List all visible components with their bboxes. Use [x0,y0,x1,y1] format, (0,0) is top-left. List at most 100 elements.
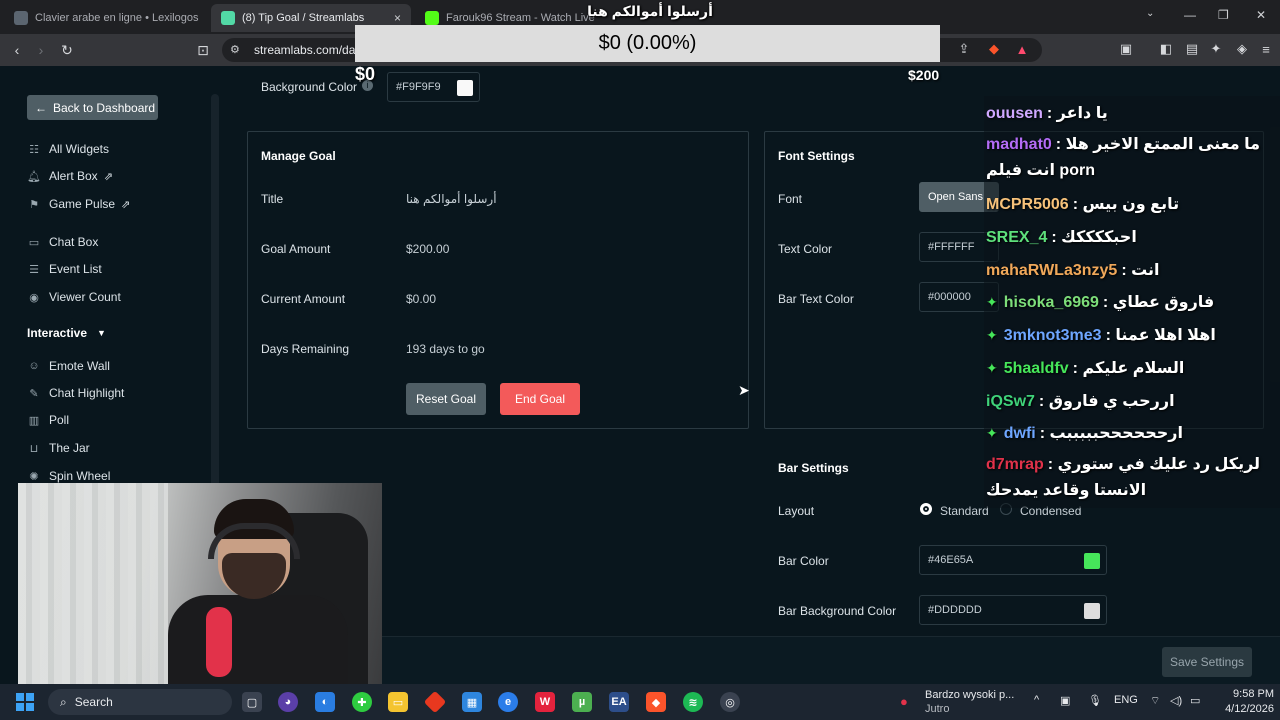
sidebar-section-interactive[interactable]: Interactive ▼ [27,326,106,340]
battery-icon[interactable]: ▭ [1190,694,1200,707]
volume-icon[interactable]: ◁) [1170,694,1182,707]
eye-icon: ◉ [29,291,39,304]
sidebar-item-emote-wall[interactable]: ☺ Emote Wall [27,356,110,376]
brave-browser-icon[interactable]: ◆ [646,692,666,712]
sidebar-item-the-jar[interactable]: ⊔ The Jar [27,438,90,458]
bar-color-swatch[interactable] [1084,553,1100,569]
bar-color-input[interactable]: #46E65A [919,545,1107,575]
leo-ai-icon[interactable]: ✦ [1208,41,1224,57]
language-indicator[interactable]: ENG [1114,694,1138,706]
wallet-icon[interactable]: ▤ [1184,41,1200,57]
taskbar-clock[interactable]: 9:58 PM 4/12/2026 [1212,687,1274,717]
sidebar-scrollbar[interactable] [211,94,219,514]
layout-standard-radio[interactable] [920,503,932,515]
sidebar-item-chat-highlight[interactable]: ✎ Chat Highlight [27,383,124,403]
sidebar-toggle-icon[interactable]: ◧ [1158,41,1174,57]
bookmark-icon[interactable]: ⊡ [194,41,212,59]
end-goal-button[interactable]: End Goal [500,383,580,415]
sidebar-item-label: Alert Box [49,169,98,183]
chat-username: 5haaldfv [1003,360,1069,377]
chat-message: ouusen: يا داعر [986,105,1108,122]
font-settings-heading: Font Settings [778,149,855,163]
webcam-curtain [18,483,168,687]
background-color-label: Background Color [261,80,358,94]
sidebar-item-event-list[interactable]: ☰ Event List [27,259,102,279]
layout-standard-label: Standard [940,504,989,518]
tab-close-icon[interactable]: × [394,11,401,25]
menu-icon[interactable]: ≡ [1258,41,1274,57]
sidebar-item-chat-box[interactable]: ▭ Chat Box [27,232,99,252]
chat-text: السلام عليكم [1082,360,1185,377]
bar-background-color-swatch[interactable] [1084,603,1100,619]
tray-app-icon[interactable]: ▣ [1060,694,1070,707]
store-icon[interactable]: ▦ [462,692,482,712]
bar-color-value: #46E65A [928,554,974,566]
windows-taskbar: ⌕ Search ▢ ◕ ◐ ✚ ▭ ▦ e W µ EA ◆ ≋ ◎ ● Ba… [0,684,1280,720]
chat-text: انت [1131,262,1160,279]
kick-favicon-icon [425,11,439,25]
chat-username: dwfi [1003,425,1036,442]
forward-arrow-icon[interactable]: › [32,41,50,59]
media-artist: Jutro [925,703,950,715]
windows-start-icon[interactable] [16,693,34,711]
task-view-icon[interactable]: ▢ [242,692,262,712]
sidebar-item-alert-box[interactable]: 🔔︎ Alert Box ⇗ [27,166,113,186]
vpn-icon[interactable]: ◈ [1234,41,1250,57]
bar-background-color-value: #DDDDDD [928,604,982,616]
now-playing-widget[interactable]: ● Bardzo wysoki p... Jutro [900,688,1020,716]
sidebar-item-poll[interactable]: ▥ Poll [27,410,69,430]
sidebar-item-viewer-count[interactable]: ◉ Viewer Count [27,287,121,307]
edge-icon[interactable]: e [498,692,518,712]
background-color-value: #F9F9F9 [396,81,441,93]
subscriber-badge-icon: ✦ [986,294,998,310]
minimize-icon[interactable]: — [1184,8,1196,22]
sidebar-item-game-pulse[interactable]: ⚑ Game Pulse ⇗ [27,194,130,214]
subscriber-badge-icon: ✦ [986,327,998,343]
xbox-icon[interactable]: ✚ [352,692,372,712]
chat-message: ✦ 3mknot3me3: اهلا اهلا عمنا [986,327,1216,344]
chat-message: d7mrap: لريكل رد عليك في ستوري الانستا و… [986,456,1261,499]
back-arrow-icon[interactable]: ‹ [8,41,26,59]
tab-list-chevron-icon[interactable]: ⌄ [1146,8,1154,19]
utorrent-icon[interactable]: µ [572,692,592,712]
back-to-dashboard-button[interactable]: ← Back to Dashboard [27,95,158,120]
bar-background-color-input[interactable]: #DDDDDD [919,595,1107,625]
clock-time: 9:58 PM [1233,688,1274,700]
bar-color-label: Bar Color [778,554,829,568]
share-icon[interactable]: ⇪ [956,41,972,57]
url-text: streamlabs.com/das [254,43,362,57]
close-window-icon[interactable]: ✕ [1256,8,1266,22]
lexilogos-favicon-icon [14,11,28,25]
tab-lexilogos[interactable]: Clavier arabe en ligne • Lexilogos [4,4,209,32]
reset-goal-button[interactable]: Reset Goal [406,383,486,415]
microphone-icon[interactable]: 🎙︎ [1088,694,1102,707]
site-info-icon[interactable]: ⚙ [230,43,244,57]
save-settings-button[interactable]: Save Settings [1162,647,1252,677]
tab-title: Clavier arabe en ligne • Lexilogos [35,12,199,24]
taskbar-search[interactable]: ⌕ Search [48,689,232,715]
file-explorer-icon[interactable]: ▭ [388,692,408,712]
brave-rewards-icon[interactable]: ▲ [1014,41,1030,57]
days-remaining-label: Days Remaining [261,342,350,356]
brave-shields-icon[interactable]: ◆ [986,41,1002,57]
subscriber-badge-icon: ✦ [986,425,998,441]
wps-office-icon[interactable]: W [535,692,555,712]
ea-app-icon[interactable]: EA [609,692,629,712]
background-color-swatch[interactable] [457,80,473,96]
wifi-icon[interactable]: ⌔ [1150,694,1160,708]
tray-chevron-icon[interactable]: ^ [1034,694,1039,706]
smile-icon: ☺ [28,360,40,372]
sidebar-item-all-widgets[interactable]: ☷ All Widgets [27,139,109,159]
chat-username: MCPR5006 [986,196,1069,213]
screenshot-icon[interactable]: ▣ [1118,41,1134,57]
copilot-app-icon[interactable]: ◐ [315,692,335,712]
streamlabs-favicon-icon [221,11,235,25]
manage-goal-panel [247,131,749,429]
anydesk-icon[interactable] [423,690,447,714]
obs-icon[interactable]: ◎ [720,692,740,712]
maximize-icon[interactable]: ❐ [1218,8,1229,22]
goal-progress-text: $0 (0.00%) [598,32,697,54]
spotify-icon[interactable]: ≋ [683,692,703,712]
copilot-icon[interactable]: ◕ [278,692,298,712]
reload-icon[interactable]: ↻ [58,41,76,59]
